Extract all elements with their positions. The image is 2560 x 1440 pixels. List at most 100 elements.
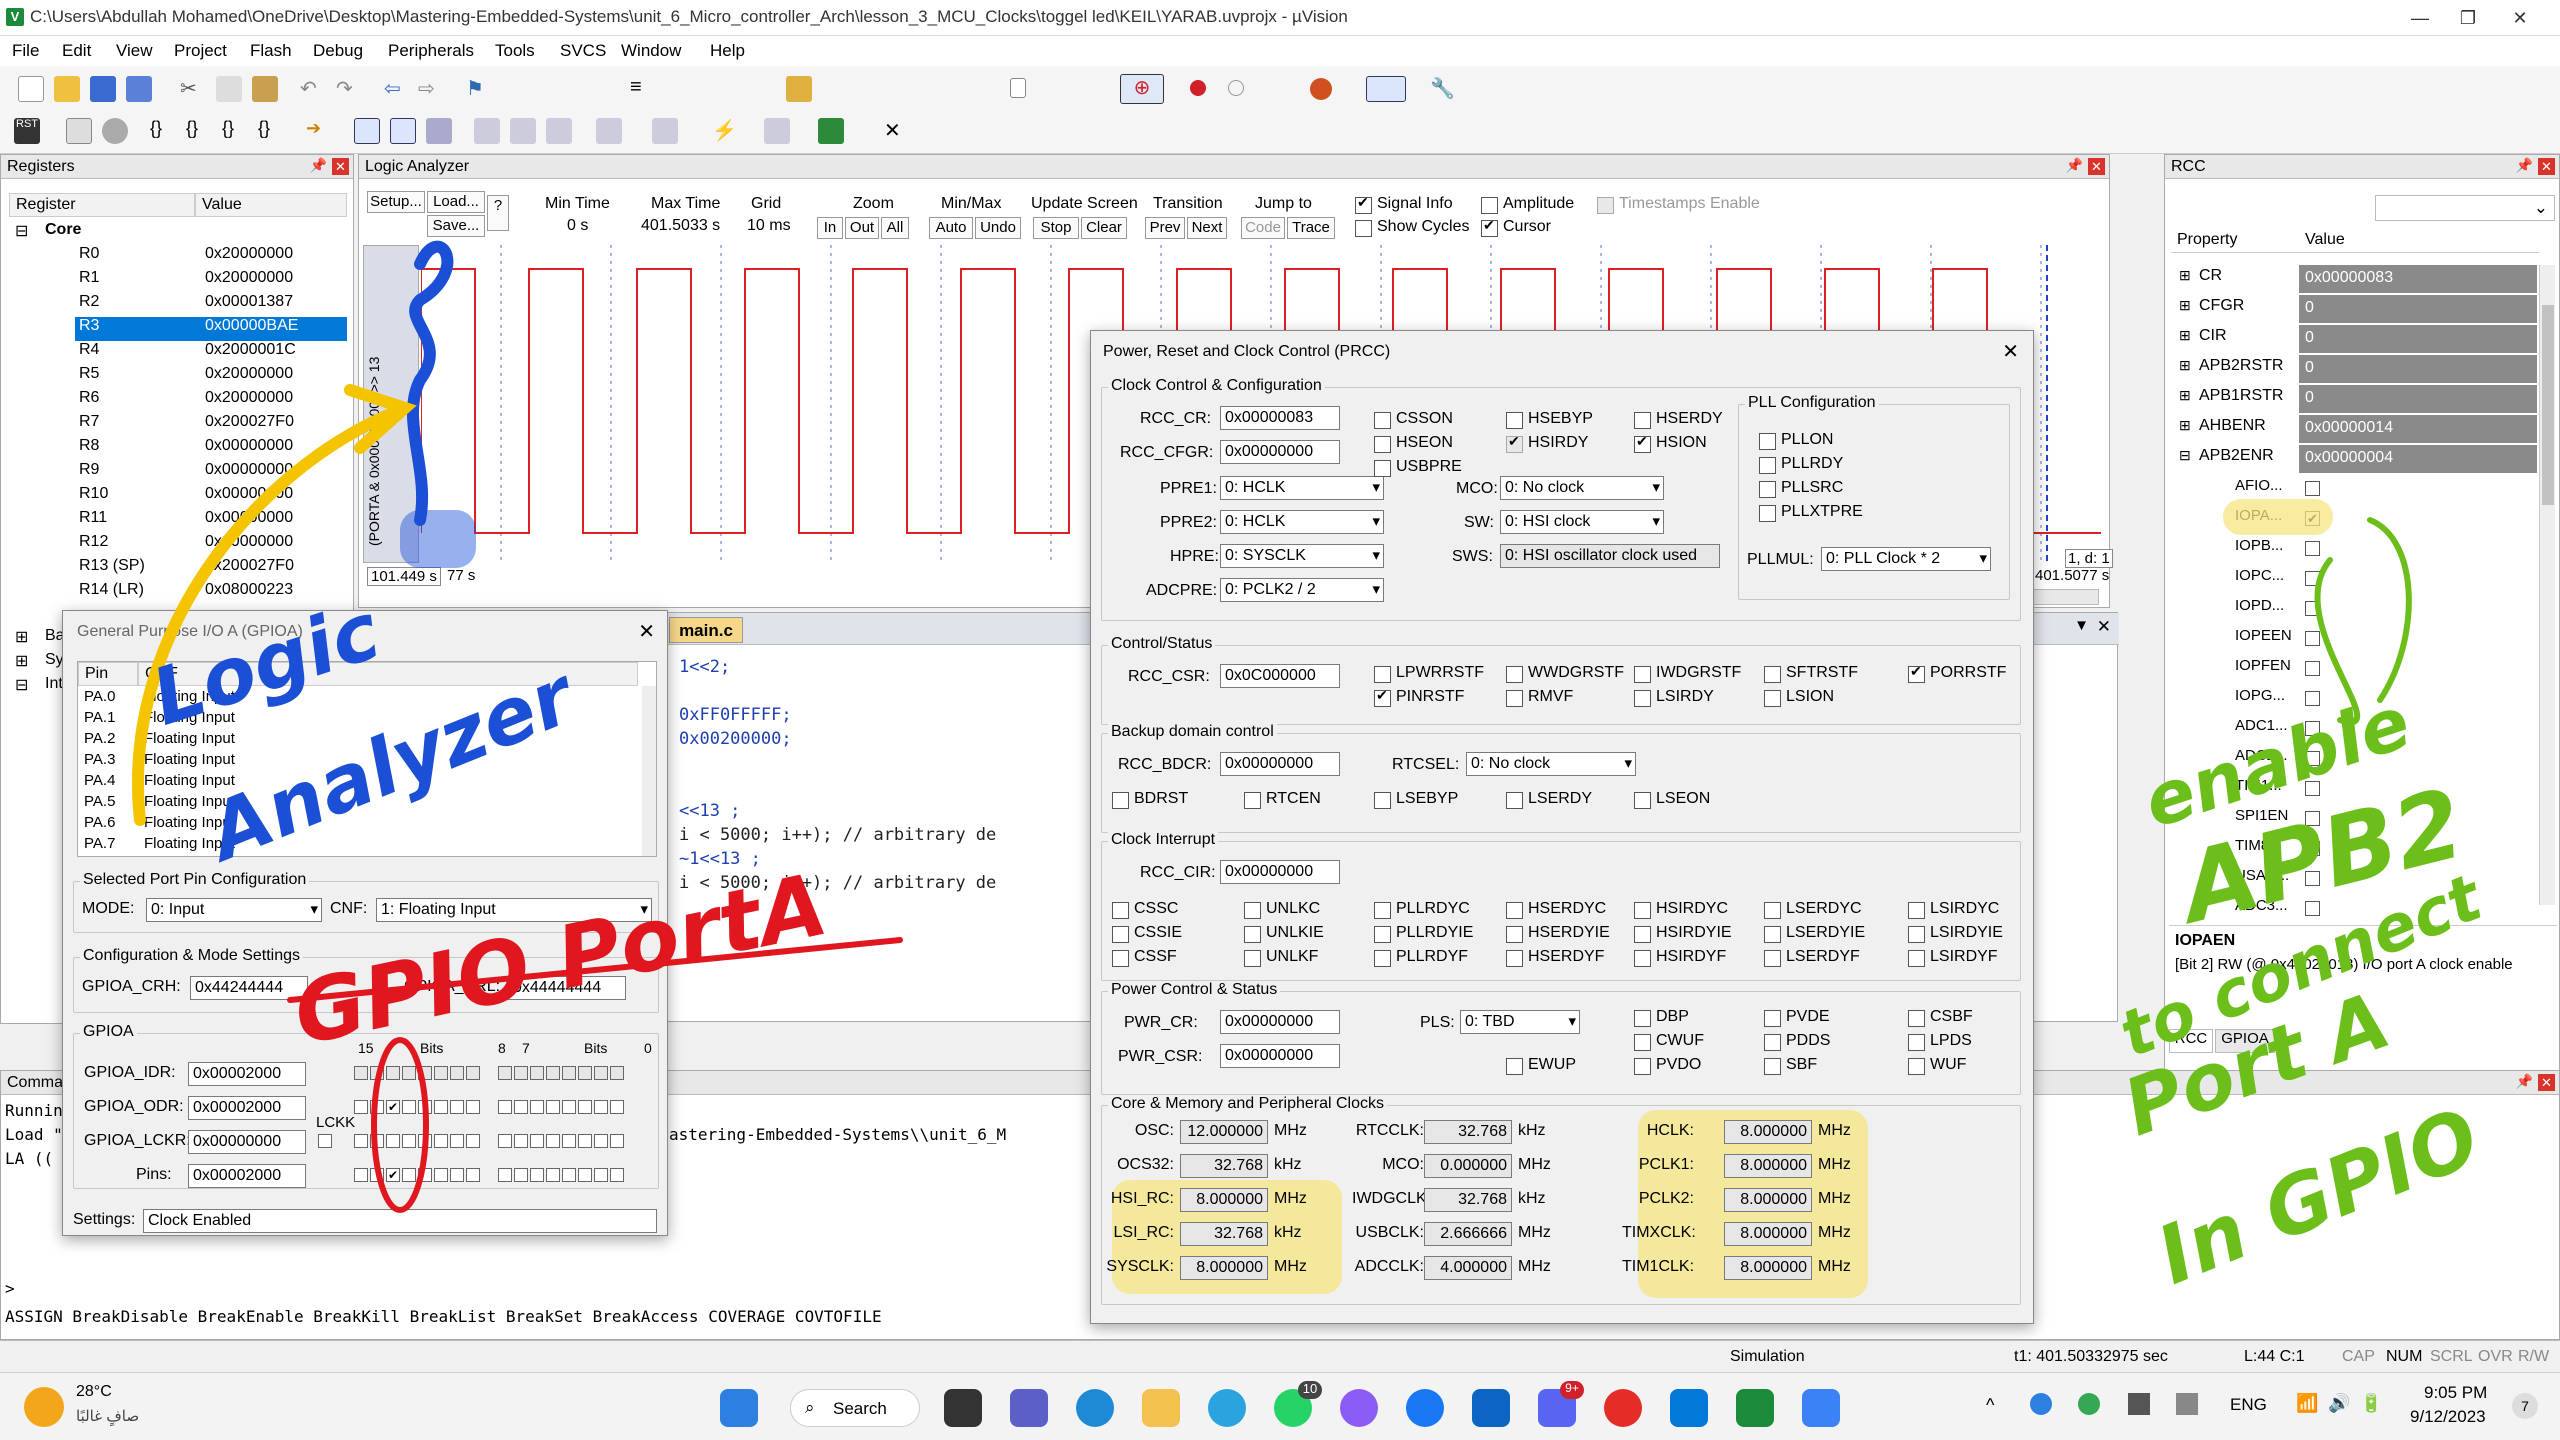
tree-expander-icon[interactable]: ⊟ [15, 675, 28, 699]
pinrstf-checkbox[interactable]: PINRSTF [1374, 687, 1464, 707]
cir-bit-checkbox[interactable]: HSIRDYIE [1634, 924, 1732, 943]
cir-bit-checkbox[interactable]: CSSIE [1112, 924, 1182, 943]
register-value[interactable]: 0x20000000 [205, 365, 293, 389]
odr-input[interactable]: 0x00002000 [188, 1096, 306, 1120]
register-value[interactable]: 0x200027F0 [205, 557, 294, 581]
rcc-register-name[interactable]: APB2RSTR [2199, 357, 2283, 381]
close-window-button[interactable]: ✕ [2500, 4, 2540, 32]
register-value[interactable]: 0x200027F0 [205, 413, 294, 437]
notification-badge[interactable]: 7 [2512, 1393, 2538, 1419]
hseon-checkbox[interactable]: HSEON [1374, 434, 1453, 453]
menu-file[interactable]: File [12, 41, 39, 61]
pllxtpre-checkbox[interactable]: PLLXTPRE [1759, 503, 1863, 522]
paste-icon[interactable] [252, 76, 278, 102]
cut-icon[interactable]: ✂ [180, 76, 206, 102]
setup-button[interactable]: Setup... [367, 191, 425, 213]
bit-checkbox[interactable] [498, 1100, 512, 1114]
gpioa-close-icon[interactable]: ✕ [638, 619, 655, 644]
rcc-register-name[interactable]: APB1RSTR [2199, 387, 2283, 411]
cursor-checkbox[interactable]: Cursor [1481, 217, 1551, 237]
command-prompt[interactable]: > [5, 1279, 15, 1298]
lpwrrstf-checkbox[interactable]: LPWRRSTF [1374, 664, 1484, 683]
bit-checkbox[interactable] [434, 1100, 448, 1114]
vscode-icon[interactable] [1670, 1389, 1708, 1427]
register-value[interactable]: 0x20000000 [205, 269, 293, 293]
lsebyp-checkbox[interactable]: LSEBYP [1374, 790, 1458, 809]
bit-checkbox[interactable] [546, 1100, 560, 1114]
menu-flash[interactable]: Flash [250, 41, 292, 61]
lsion-checkbox[interactable]: LSION [1764, 688, 1834, 707]
rcc-register-value[interactable]: 0x00000014 [2299, 415, 2537, 443]
bit-checkbox[interactable] [578, 1134, 592, 1148]
register-name[interactable]: R7 [79, 413, 99, 437]
ewup-checkbox[interactable]: EWUP [1506, 1056, 1576, 1075]
bit-checkbox[interactable] [578, 1168, 592, 1182]
zoom-all-button[interactable]: All [881, 217, 909, 239]
telegram-icon[interactable] [1208, 1389, 1246, 1427]
rcc-register-name[interactable]: CIR [2199, 327, 2227, 351]
pllon-checkbox[interactable]: PLLON [1759, 431, 1833, 450]
wifi-icon[interactable]: 📶 [2296, 1393, 2318, 1414]
signal-info-checkbox[interactable]: Signal Info [1355, 194, 1453, 214]
trace-window-icon[interactable] [764, 118, 790, 144]
bit-checkbox[interactable] [402, 1134, 416, 1148]
task-view-icon[interactable] [944, 1389, 982, 1427]
bit-checkbox[interactable] [530, 1168, 544, 1182]
call-stack-icon[interactable] [510, 118, 536, 144]
cir-bit-checkbox[interactable]: HSERDYF [1506, 948, 1604, 967]
tree-item-sy[interactable]: Sy [45, 651, 64, 675]
bit-checkbox[interactable] [578, 1100, 592, 1114]
rcc-bit-name[interactable]: IOPG... [2235, 687, 2285, 711]
tab-main-c[interactable]: main.c [669, 617, 743, 643]
maximize-button[interactable]: ❐ [2448, 4, 2488, 32]
tree-item-int[interactable]: Int [45, 675, 63, 699]
tray-app-icon[interactable] [2030, 1393, 2052, 1415]
rcc-bit-checkbox[interactable] [2305, 481, 2320, 496]
tray-keyboard-icon[interactable] [2128, 1393, 2150, 1415]
cir-bit-checkbox[interactable]: LSIRDYC [1908, 900, 1999, 919]
bit-checkbox[interactable] [530, 1100, 544, 1114]
rcc-filter-dropdown[interactable]: ⌄ [2375, 195, 2555, 221]
rcc-bit-checkbox[interactable] [2305, 571, 2320, 586]
copy-icon[interactable] [216, 76, 242, 102]
tree-expander-icon[interactable]: ⊞ [2179, 327, 2191, 351]
analysis-window-icon[interactable]: ⚡ [712, 118, 738, 144]
register-name[interactable]: R8 [79, 437, 99, 461]
rcc-register-value[interactable]: 0 [2299, 295, 2537, 323]
cir-bit-checkbox[interactable]: LSERDYF [1764, 948, 1860, 967]
rtcen-checkbox[interactable]: RTCEN [1244, 790, 1321, 809]
register-name[interactable]: R11 [79, 509, 107, 533]
sftrstf-checkbox[interactable]: SFTRSTF [1764, 664, 1858, 683]
bit-checkbox[interactable] [610, 1168, 624, 1182]
pin-icon[interactable]: 📌 [2516, 1073, 2533, 1090]
pin-icon[interactable]: 📌 [2516, 157, 2533, 174]
registers-window-icon[interactable] [474, 118, 500, 144]
register-value[interactable]: 0x20000000 [205, 245, 293, 269]
rcc-register-value[interactable]: 0x00000083 [2299, 265, 2537, 293]
rcc-cr-input[interactable]: 0x00000083 [1220, 406, 1340, 430]
porrstf-checkbox[interactable]: PORRSTF [1908, 663, 2006, 683]
stop-button[interactable]: Stop [1033, 217, 1079, 239]
tree-expander-icon[interactable]: ⊞ [15, 651, 28, 675]
hsebyp-checkbox[interactable]: HSEBYP [1506, 410, 1593, 429]
rcc-bdcr-input[interactable]: 0x00000000 [1220, 752, 1340, 776]
bit-checkbox[interactable]: ✔ [386, 1100, 400, 1114]
bit-checkbox[interactable] [434, 1168, 448, 1182]
bit-checkbox[interactable] [450, 1100, 464, 1114]
menu-project[interactable]: Project [174, 41, 227, 61]
iwdgrstf-checkbox[interactable]: IWDGRSTF [1634, 664, 1741, 683]
rcc-bit-name[interactable]: IOPEEN [2235, 627, 2292, 651]
ide-icon[interactable] [1802, 1389, 1840, 1427]
hsirdy-checkbox[interactable]: HSIRDY [1506, 433, 1588, 453]
kill-breakpoints-icon[interactable] [1310, 78, 1332, 100]
stop-icon[interactable] [102, 118, 128, 144]
menu-window[interactable]: Window [621, 41, 681, 61]
rcc-bit-checkbox[interactable] [2305, 631, 2320, 646]
register-value[interactable]: 0x00000000 [205, 437, 293, 461]
hpre-select[interactable]: 0: SYSCLK [1220, 544, 1384, 568]
cir-bit-checkbox[interactable]: HSIRDYC [1634, 900, 1728, 919]
undo-button[interactable]: Undo [975, 217, 1021, 239]
find-in-files-icon[interactable] [786, 76, 812, 102]
bit-checkbox[interactable] [610, 1100, 624, 1114]
pls-select[interactable]: 0: TBD [1460, 1010, 1580, 1034]
